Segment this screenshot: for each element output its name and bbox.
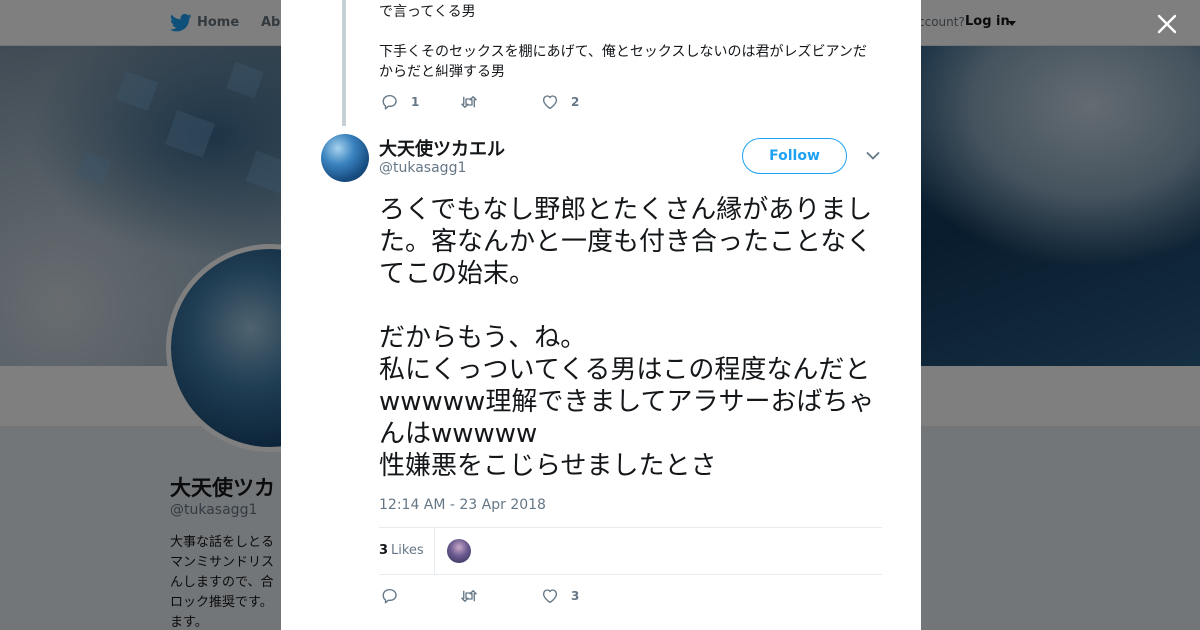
like-button[interactable]: 3 bbox=[541, 587, 579, 605]
reply-icon bbox=[382, 94, 397, 110]
previous-retweet-button[interactable] bbox=[460, 93, 478, 111]
heart-icon bbox=[542, 589, 558, 604]
follow-button[interactable]: Follow bbox=[742, 138, 847, 174]
liker-avatar[interactable] bbox=[447, 539, 471, 563]
tweet-display-name[interactable]: 大天使ツカエル bbox=[379, 135, 505, 161]
previous-reply-button[interactable]: 1 bbox=[381, 93, 419, 111]
thread-connector bbox=[342, 0, 346, 126]
like-count: 3 bbox=[571, 589, 580, 603]
close-icon[interactable] bbox=[1155, 12, 1179, 36]
retweet-icon bbox=[461, 590, 477, 602]
likes-label[interactable]: Likes bbox=[391, 543, 424, 558]
tweet-avatar[interactable] bbox=[321, 134, 369, 182]
previous-reply-count: 1 bbox=[411, 95, 420, 109]
reply-icon bbox=[382, 588, 397, 604]
tweet-timestamp[interactable]: 12:14 AM - 23 Apr 2018 bbox=[379, 497, 546, 513]
previous-like-count: 2 bbox=[571, 95, 580, 109]
tweet-permalink-modal: で言ってくる男 下手くそのセックスを棚にあげて、俺とセックスしないのは君がレズビ… bbox=[281, 0, 921, 630]
retweet-icon bbox=[461, 96, 477, 108]
previous-tweet-line: で言ってくる男 bbox=[379, 4, 476, 20]
tweet-handle[interactable]: @tukasagg1 bbox=[379, 160, 466, 176]
tweet-text: ろくでもなし野郎とたくさん縁がありました。客なんかと一度も付き合ったことなくてこ… bbox=[379, 194, 889, 482]
stats-divider bbox=[434, 528, 435, 574]
tweet-stats: 3 Likes bbox=[379, 527, 882, 575]
heart-icon bbox=[542, 95, 558, 110]
retweet-button[interactable] bbox=[460, 587, 478, 605]
tweet-text-body: ろくでもなし野郎とたくさん縁がありました。客なんかと一度も付き合ったことなくてこ… bbox=[379, 195, 875, 481]
reply-button[interactable] bbox=[381, 587, 399, 605]
likes-count[interactable]: 3 bbox=[379, 543, 388, 558]
chevron-down-icon[interactable] bbox=[866, 151, 880, 161]
previous-tweet-text: で言ってくる男 下手くそのセックスを棚にあげて、俺とセックスしないのは君がレズビ… bbox=[379, 0, 879, 82]
previous-like-button[interactable]: 2 bbox=[541, 93, 579, 111]
previous-tweet-line: 下手くそのセックスを棚にあげて、俺とセックスしないのは君がレズビアンだからだと糾… bbox=[379, 44, 867, 80]
previous-tweet-line bbox=[379, 22, 879, 42]
